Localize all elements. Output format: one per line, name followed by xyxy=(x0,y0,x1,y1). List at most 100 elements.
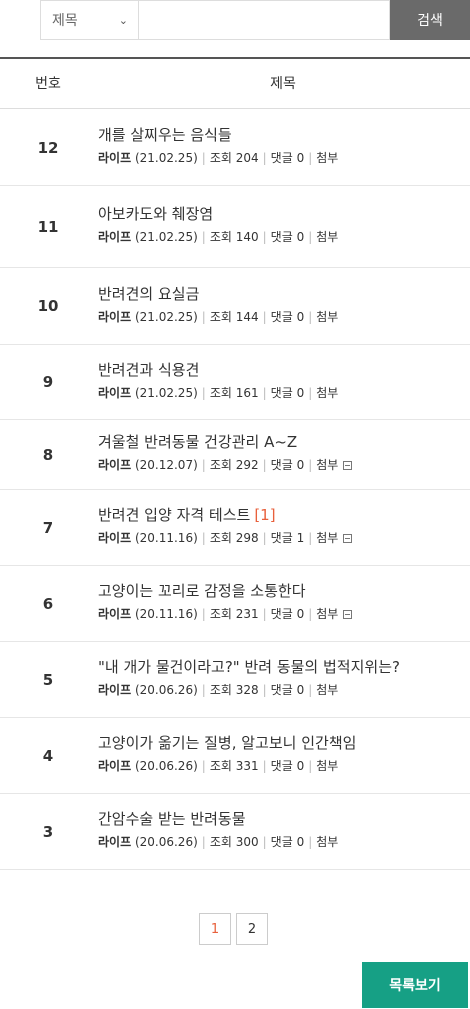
meta-separator: | xyxy=(262,458,267,472)
post-category: 라이프 xyxy=(98,835,132,849)
meta-separator: | xyxy=(262,531,267,545)
meta-separator: | xyxy=(308,835,313,849)
table-row[interactable]: 3 간암수술 받는 반려동물 라이프 (20.06.26) | 조회 300 | 댓글 … xyxy=(0,794,470,870)
post-comments: 댓글 0 xyxy=(270,310,305,324)
table-row[interactable]: 8 겨울철 반려동물 건강관리 A~Z 라이프 (20.12.07) | 조회 29… xyxy=(0,420,470,490)
post-date: (20.11.16) xyxy=(134,607,198,621)
post-meta: 라이프 (20.11.16) | 조회 231 | 댓글 0 | 첨부 xyxy=(98,605,353,622)
post-attachment: 첨부 xyxy=(316,835,339,849)
meta-separator: | xyxy=(262,230,267,244)
post-meta: 라이프 (20.11.16) | 조회 298 | 댓글 1 | 첨부 xyxy=(98,529,353,546)
post-category: 라이프 xyxy=(98,230,132,244)
meta-separator: | xyxy=(201,759,206,773)
post-category: 라이프 xyxy=(98,531,132,545)
post-views: 조회 300 xyxy=(209,835,259,849)
post-date: (20.06.26) xyxy=(134,759,198,773)
post-meta: 라이프 (21.02.25) | 조회 161 | 댓글 0 | 첨부 xyxy=(98,384,338,401)
post-title-link[interactable]: 고양이는 꼬리로 감정을 소통한다 xyxy=(98,580,306,601)
post-title-text: 고양이는 꼬리로 감정을 소통한다 xyxy=(98,582,306,600)
post-views: 조회 161 xyxy=(209,386,259,400)
table-row[interactable]: 9 반려견과 식용견 라이프 (21.02.25) | 조회 161 | 댓글 0 | 첨부 xyxy=(0,345,470,420)
post-meta: 라이프 (20.06.26) | 조회 328 | 댓글 0 | 첨부 xyxy=(98,681,338,698)
post-title-text: 개를 살찌우는 음식들 xyxy=(98,126,232,144)
search-button[interactable]: 검색 xyxy=(390,0,470,40)
post-title-link[interactable]: 개를 살찌우는 음식들 xyxy=(98,124,232,145)
post-title-link[interactable]: 반려견의 요실금 xyxy=(98,283,199,304)
meta-separator: | xyxy=(308,531,313,545)
post-number: 9 xyxy=(42,373,54,391)
post-title-text: 반려견 입양 자격 테스트 xyxy=(98,506,251,524)
table-header: 번호 제목 xyxy=(0,57,470,109)
attachment-file-icon xyxy=(343,610,353,619)
post-date: (21.02.25) xyxy=(134,230,198,244)
post-date: (21.02.25) xyxy=(134,151,198,165)
table-row[interactable]: 10 반려견의 요실금 라이프 (21.02.25) | 조회 144 | 댓글 0 | 첨… xyxy=(0,268,470,345)
meta-separator: | xyxy=(262,683,267,697)
post-category: 라이프 xyxy=(98,386,132,400)
meta-separator: | xyxy=(308,230,313,244)
post-attachment: 첨부 xyxy=(316,386,339,400)
header-number: 번호 xyxy=(35,76,61,92)
post-title-link[interactable]: 아보카도와 췌장염 xyxy=(98,203,213,224)
post-attachment: 첨부 xyxy=(316,531,339,545)
post-number: 4 xyxy=(42,746,54,765)
comment-count-badge[interactable]: [1] xyxy=(254,506,275,524)
post-title-link[interactable]: 반려견과 식용견 xyxy=(98,359,199,380)
table-row[interactable]: 12 개를 살찌우는 음식들 라이프 (21.02.25) | 조회 204 | 댓글 … xyxy=(0,110,470,186)
search-input[interactable] xyxy=(138,0,390,40)
post-title-link[interactable]: 간암수술 받는 반려동물 xyxy=(98,808,246,829)
header-title: 제목 xyxy=(270,76,296,92)
meta-separator: | xyxy=(308,759,313,773)
post-title-link[interactable]: "내 개가 물건이라고?" 반려 동물의 법적지위는? xyxy=(98,656,400,677)
post-attachment: 첨부 xyxy=(316,458,339,472)
page-1-button[interactable]: 1 xyxy=(199,913,231,945)
list-view-button[interactable]: 목록보기 xyxy=(362,962,468,1008)
post-views: 조회 204 xyxy=(209,151,259,165)
post-attachment: 첨부 xyxy=(316,759,339,773)
post-date: (21.02.25) xyxy=(134,386,198,400)
meta-separator: | xyxy=(201,531,206,545)
post-date: (21.02.25) xyxy=(134,310,198,324)
post-category: 라이프 xyxy=(98,607,132,621)
post-number: 8 xyxy=(42,445,54,464)
post-views: 조회 140 xyxy=(209,230,259,244)
search-bar: 제목 ⌄ 검색 xyxy=(40,0,470,40)
page-2-button[interactable]: 2 xyxy=(236,913,268,945)
post-title-text: 간암수술 받는 반려동물 xyxy=(98,810,246,828)
meta-separator: | xyxy=(201,151,206,165)
meta-separator: | xyxy=(308,386,313,400)
post-category: 라이프 xyxy=(98,310,132,324)
table-row[interactable]: 5 "내 개가 물건이라고?" 반려 동물의 법적지위는? 라이프 (20.06… xyxy=(0,642,470,718)
search-field-select[interactable]: 제목 ⌄ xyxy=(40,0,138,40)
meta-separator: | xyxy=(201,683,206,697)
post-title-link[interactable]: 반려견 입양 자격 테스트 [1] xyxy=(98,504,276,525)
post-date: (20.06.26) xyxy=(134,835,198,849)
post-date: (20.11.16) xyxy=(134,531,198,545)
post-title-link[interactable]: 겨울철 반려동물 건강관리 A~Z xyxy=(98,431,297,452)
chevron-down-icon: ⌄ xyxy=(118,13,128,27)
post-views: 조회 231 xyxy=(209,607,259,621)
meta-separator: | xyxy=(201,310,206,324)
search-field-selected: 제목 xyxy=(52,13,78,29)
post-title-link[interactable]: 고양이가 옮기는 질병, 알고보니 인간책임 xyxy=(98,732,356,753)
meta-separator: | xyxy=(308,458,313,472)
table-row[interactable]: 4 고양이가 옮기는 질병, 알고보니 인간책임 라이프 (20.06.26) |… xyxy=(0,718,470,794)
meta-separator: | xyxy=(201,386,206,400)
meta-separator: | xyxy=(308,683,313,697)
meta-separator: | xyxy=(262,607,267,621)
table-row[interactable]: 6 고양이는 꼬리로 감정을 소통한다 라이프 (20.11.16) | 조회 23… xyxy=(0,566,470,642)
table-row[interactable]: 11 아보카도와 췌장염 라이프 (21.02.25) | 조회 140 | 댓글 0 |… xyxy=(0,186,470,268)
post-date: (20.12.07) xyxy=(134,458,198,472)
table-row[interactable]: 7 반려견 입양 자격 테스트 [1] 라이프 (20.11.16) | 조회 298… xyxy=(0,490,470,566)
meta-separator: | xyxy=(201,230,206,244)
meta-separator: | xyxy=(262,835,267,849)
post-views: 조회 292 xyxy=(209,458,259,472)
post-meta: 라이프 (20.06.26) | 조회 300 | 댓글 0 | 첨부 xyxy=(98,833,338,850)
post-category: 라이프 xyxy=(98,759,132,773)
meta-separator: | xyxy=(308,310,313,324)
meta-separator: | xyxy=(262,759,267,773)
post-title-text: "내 개가 물건이라고?" 반려 동물의 법적지위는? xyxy=(98,658,400,676)
post-attachment: 첨부 xyxy=(316,607,339,621)
post-views: 조회 328 xyxy=(209,683,259,697)
post-title-text: 고양이가 옮기는 질병, 알고보니 인간책임 xyxy=(98,734,357,752)
